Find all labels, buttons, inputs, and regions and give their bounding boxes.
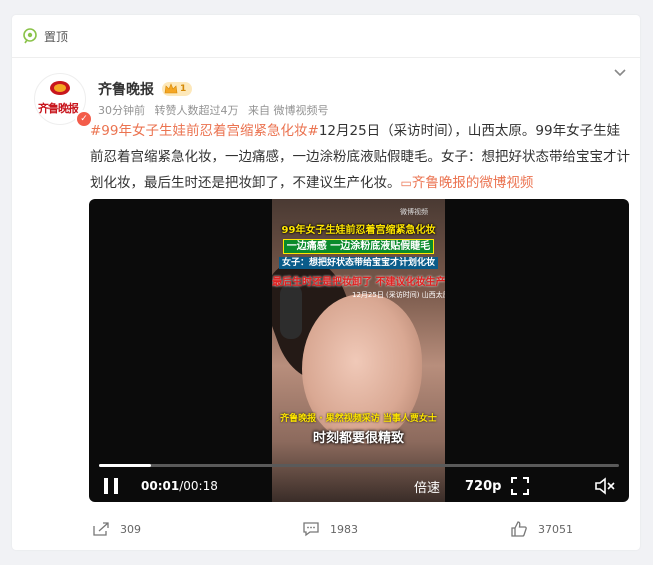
quality-button[interactable]: 720p: [465, 474, 501, 498]
video-frame: 微博视频 99年女子生娃前忍着宫缩紧急化妆 一边痛感 一边涂粉底液贴假睫毛 女子…: [272, 199, 445, 502]
share-count: 309: [120, 522, 141, 536]
avatar-logo-text: 齐鲁晚报: [38, 102, 79, 115]
post-text: #99年女子生娃前忍着宫缩紧急化妆#12月25日（采访时间），山西太原。99年女…: [90, 118, 630, 196]
like-count: 37051: [538, 522, 573, 536]
volume-muted-icon: [595, 477, 615, 495]
thumbs-up-icon: [511, 521, 527, 537]
video-progress-bar[interactable]: [99, 464, 619, 467]
pause-icon: [104, 478, 118, 494]
topic-tag-link[interactable]: #99年女子生娃前忍着宫缩紧急化妆#: [90, 123, 319, 139]
fullscreen-icon: [511, 477, 529, 495]
pin-icon: [23, 28, 37, 44]
video-current-time: 00:01: [141, 479, 180, 493]
divider: [12, 57, 640, 58]
fullscreen-button[interactable]: [511, 474, 529, 498]
video-caption-line4: 最后生时还是把妆卸了 不建议化妆生产: [272, 277, 445, 288]
chevron-down-icon[interactable]: [612, 65, 628, 81]
comment-button[interactable]: 1983: [302, 521, 358, 537]
video-player[interactable]: 微博视频 99年女子生娃前忍着宫缩紧急化妆 一边痛感 一边涂粉底液贴假睫毛 女子…: [89, 199, 629, 502]
video-watermark: 微博视频: [400, 208, 428, 216]
video-source-link-text: 齐鲁晚报的微博视频: [411, 175, 534, 191]
author-name[interactable]: 齐鲁晚报: [98, 79, 154, 99]
video-source-link[interactable]: ▭齐鲁晚报的微博视频: [401, 175, 534, 191]
video-caption-date: 12月25日 (采访时间) 山西太原: [352, 291, 445, 299]
crown-icon: [164, 83, 178, 94]
post-actions: 309 1983 37051: [12, 515, 640, 545]
pinned-label: 置顶: [44, 29, 69, 44]
video-caption-title: 99年女子生娃前忍着宫缩紧急化妆: [281, 225, 436, 236]
video-controls: 00:01 / 00:18 倍速 720p: [89, 474, 629, 498]
like-button[interactable]: 37051: [510, 521, 573, 537]
video-caption-source: 齐鲁晚报 · 果然视频采访 当事人贾女士: [280, 414, 437, 424]
video-progress-fill: [99, 464, 151, 467]
playback-speed-button[interactable]: 倍速: [414, 474, 440, 498]
video-duration: 00:18: [183, 479, 218, 493]
video-caption-line3: 女子：想把好状态带给宝宝才计划化妆: [272, 255, 445, 269]
post-source[interactable]: 来自 微博视频号: [248, 104, 329, 117]
pause-button[interactable]: [101, 474, 121, 498]
post-time[interactable]: 30分钟前: [98, 104, 145, 117]
video-caption-line3-text: 女子：想把好状态带给宝宝才计划化妆: [278, 257, 438, 269]
mute-button[interactable]: [594, 474, 616, 498]
level-number: 1: [180, 84, 187, 94]
video-hand-shape: [280, 284, 302, 339]
video-caption-line2-text: 一边痛感 一边涂粉底液贴假睫毛: [282, 239, 435, 254]
newspaper-logo-icon: [50, 81, 70, 95]
comment-count: 1983: [330, 522, 358, 536]
post-meta: 30分钟前 转赞人数超过4万 来自 微博视频号: [98, 102, 335, 118]
comment-icon: [303, 522, 319, 537]
video-link-icon: ▭: [400, 176, 412, 190]
video-subtitle: 时刻都要很精致: [312, 431, 404, 446]
share-icon: [93, 522, 109, 536]
video-caption-line2: 一边痛感 一边涂粉底液贴假睫毛: [272, 237, 445, 254]
level-badge[interactable]: 1: [162, 82, 193, 96]
video-time: 00:01 / 00:18: [141, 474, 218, 498]
author-row: 齐鲁晚报 1: [98, 79, 193, 99]
share-button[interactable]: 309: [92, 521, 141, 537]
post-repost-info: 转赞人数超过4万: [154, 104, 239, 117]
weibo-post-card: 置顶 齐鲁晚报 ✓ 齐鲁晚报 1 30分钟前 转赞人数超过4万 来自 微博视频号…: [12, 15, 640, 550]
pinned-indicator: 置顶: [22, 25, 68, 47]
